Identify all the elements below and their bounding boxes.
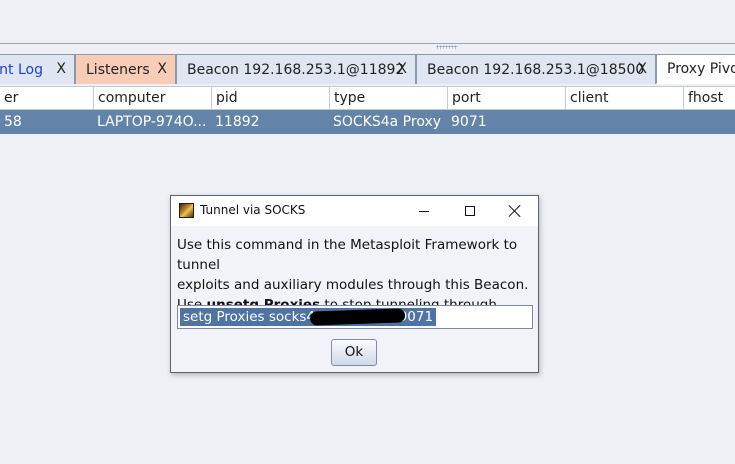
message-line-1: Use this command in the Metasploit Frame… bbox=[177, 237, 518, 273]
cell-computer: LAPTOP-974O... bbox=[97, 114, 207, 130]
tab-label: Beacon 192.168.253.1@11892 bbox=[187, 61, 405, 78]
tab-label: ent Log bbox=[0, 61, 43, 78]
table-row[interactable]: 58 LAPTOP-974O... 11892 SOCKS4a Proxy 90… bbox=[0, 110, 735, 134]
command-prefix: setg Proxies socks4: bbox=[183, 309, 320, 325]
tab-close-button[interactable]: X bbox=[397, 61, 407, 77]
tab-proxy-pivots[interactable]: Proxy Pivots bbox=[656, 54, 735, 84]
column-header-fhost[interactable]: fhost bbox=[683, 87, 735, 109]
message-line-2: exploits and auxiliary modules through t… bbox=[177, 277, 529, 293]
tab-listeners[interactable]: Listeners X bbox=[75, 54, 176, 84]
tab-label: Proxy Pivots bbox=[667, 61, 735, 77]
ok-button[interactable]: Ok bbox=[331, 339, 377, 366]
column-header-user[interactable]: er bbox=[0, 87, 93, 109]
dialog-titlebar[interactable]: Tunnel via SOCKS bbox=[171, 196, 538, 226]
cell-type: SOCKS4a Proxy bbox=[333, 114, 442, 130]
cell-client bbox=[565, 110, 683, 134]
top-panel bbox=[0, 0, 735, 44]
cobalt-strike-icon bbox=[179, 203, 194, 218]
tab-close-button[interactable]: X bbox=[56, 61, 66, 77]
cell-pid: 11892 bbox=[215, 114, 260, 130]
split-divider[interactable] bbox=[0, 43, 735, 44]
tab-strip: ent Log X Listeners X Beacon 192.168.253… bbox=[0, 54, 735, 84]
column-header-computer[interactable]: computer bbox=[93, 87, 211, 109]
minimize-button[interactable] bbox=[401, 196, 447, 226]
command-text: setg Proxies socks4: 3:9071 bbox=[180, 308, 437, 326]
maximize-button[interactable] bbox=[447, 196, 493, 226]
column-header-client[interactable]: client bbox=[565, 87, 683, 109]
minimize-icon bbox=[419, 210, 429, 212]
tunnel-dialog: Tunnel via SOCKS Use this command in the… bbox=[170, 195, 539, 373]
split-grip[interactable] bbox=[436, 45, 458, 49]
close-button[interactable] bbox=[492, 196, 538, 226]
close-icon bbox=[509, 205, 521, 217]
tab-close-button[interactable]: X bbox=[637, 61, 647, 77]
column-header-pid[interactable]: pid bbox=[211, 87, 329, 109]
table-header: er computer pid type port client fhost bbox=[0, 86, 735, 110]
cell-port: 9071 bbox=[451, 114, 487, 130]
tab-close-button[interactable]: X bbox=[157, 61, 167, 77]
cell-fhost bbox=[683, 110, 735, 134]
tab-label: Listeners bbox=[86, 61, 150, 78]
maximize-icon bbox=[465, 206, 475, 216]
column-header-port[interactable]: port bbox=[447, 87, 565, 109]
tab-event-log[interactable]: ent Log X bbox=[0, 54, 75, 84]
dialog-title: Tunnel via SOCKS bbox=[200, 203, 306, 217]
command-field[interactable]: setg Proxies socks4: 3:9071 bbox=[177, 305, 533, 329]
column-header-type[interactable]: type bbox=[329, 87, 447, 109]
tab-label: Beacon 192.168.253.1@18500 bbox=[427, 61, 645, 78]
tab-beacon-11892[interactable]: Beacon 192.168.253.1@11892 X bbox=[176, 54, 416, 84]
cell-user: 58 bbox=[4, 114, 22, 130]
tab-beacon-18500[interactable]: Beacon 192.168.253.1@18500 X bbox=[416, 54, 656, 84]
